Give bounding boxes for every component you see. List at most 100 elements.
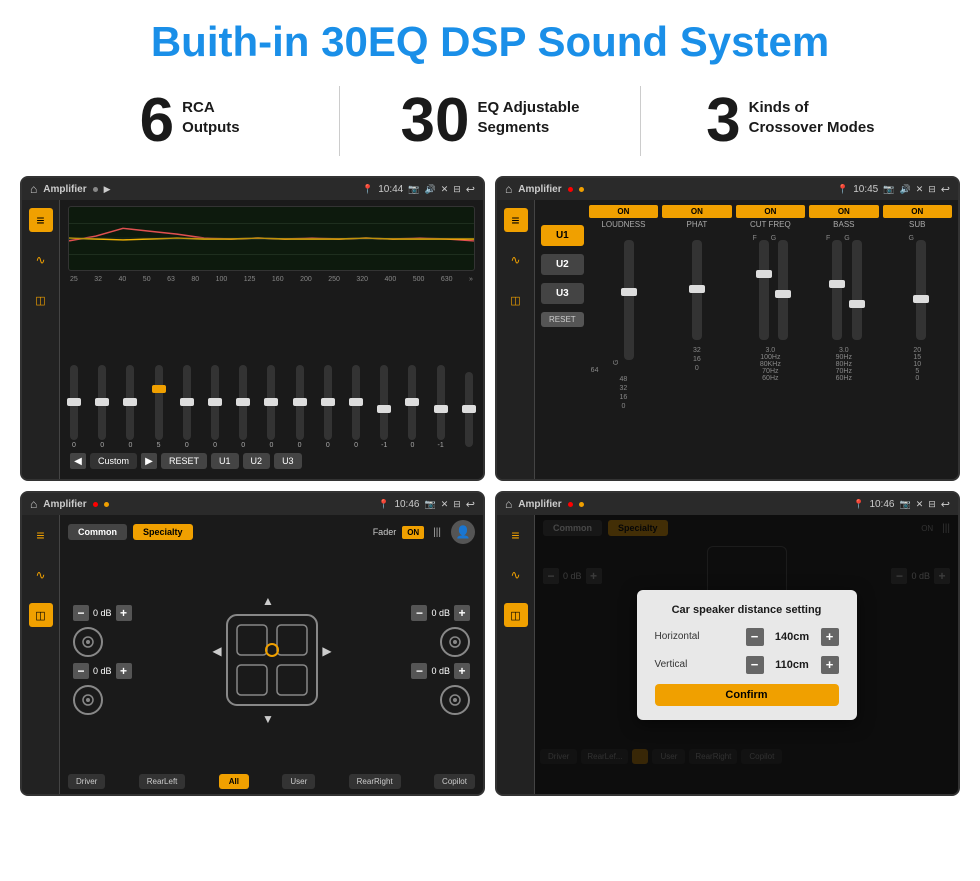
speaker-icon[interactable]: ◫: [29, 288, 53, 312]
bass-slider-g[interactable]: [852, 240, 862, 340]
slider-250[interactable]: 0: [352, 365, 360, 449]
fader-content: Common Specialty Fader ON ||| 👤 − 0 dB +: [60, 515, 483, 794]
wave-icon-3[interactable]: ∿: [29, 563, 53, 587]
speaker-icon-2[interactable]: ◫: [504, 288, 528, 312]
horizontal-plus[interactable]: +: [821, 628, 839, 646]
back-icon-4[interactable]: ↩: [941, 498, 950, 511]
back-icon-3[interactable]: ↩: [466, 498, 475, 511]
right-controls: − 0 dB + − 0 dB +: [411, 605, 470, 715]
wave-icon[interactable]: ∿: [29, 248, 53, 272]
rl-minus[interactable]: −: [73, 663, 89, 679]
slider-200[interactable]: 0: [324, 365, 332, 449]
fader-bottom-btns: Driver RearLeft All User RearRight Copil…: [68, 770, 475, 789]
u2-btn[interactable]: U2: [243, 453, 271, 469]
sub-slider[interactable]: [916, 240, 926, 340]
phat-slider[interactable]: [692, 240, 702, 340]
horizontal-minus[interactable]: −: [746, 628, 764, 646]
minus-icon-2: ⊟: [928, 184, 936, 195]
rl-db-control: − 0 dB +: [73, 663, 132, 679]
fr-minus[interactable]: −: [411, 605, 427, 621]
slider-63[interactable]: 0: [183, 365, 191, 449]
back-icon-2[interactable]: ↩: [941, 183, 950, 196]
u3-select[interactable]: U3: [541, 283, 584, 304]
u1-btn[interactable]: U1: [211, 453, 239, 469]
close-icon[interactable]: ✕: [441, 184, 449, 195]
sub-on[interactable]: ON: [883, 205, 952, 218]
next-btn[interactable]: ▶: [141, 453, 157, 469]
slider-32[interactable]: 0: [98, 365, 106, 449]
screen-distance: ⌂ Amplifier 📍 10:46 📷 ✕ ⊟ ↩ ≡ ∿ ◫: [495, 491, 960, 796]
loudness-on[interactable]: ON: [589, 205, 658, 218]
slider-40[interactable]: 0: [126, 365, 134, 449]
confirm-button[interactable]: Confirm: [655, 684, 839, 706]
fader-on-btn[interactable]: ON: [402, 526, 424, 539]
vertical-plus[interactable]: +: [821, 656, 839, 674]
slider-25[interactable]: 0: [70, 365, 78, 449]
wave-icon-2[interactable]: ∿: [504, 248, 528, 272]
sidebar-4: ≡ ∿ ◫: [497, 515, 535, 794]
fl-minus[interactable]: −: [73, 605, 89, 621]
rr-plus[interactable]: +: [454, 663, 470, 679]
copilot-btn[interactable]: Copilot: [434, 774, 475, 789]
u1-select[interactable]: U1: [541, 225, 584, 246]
home-icon-4[interactable]: ⌂: [505, 497, 512, 511]
eq-icon-4[interactable]: ≡: [504, 523, 528, 547]
crossover-reset[interactable]: RESET: [541, 312, 584, 327]
back-icon[interactable]: ↩: [466, 183, 475, 196]
slider-160[interactable]: 0: [296, 365, 304, 449]
speaker-icon-3[interactable]: ◫: [29, 603, 53, 627]
phat-on[interactable]: ON: [662, 205, 731, 218]
speaker-icon-4[interactable]: ◫: [504, 603, 528, 627]
common-tab[interactable]: Common: [68, 524, 127, 540]
rearleft-btn[interactable]: RearLeft: [139, 774, 186, 789]
home-icon-2[interactable]: ⌂: [505, 182, 512, 196]
minus-icon: ⊟: [453, 184, 461, 195]
slider-50[interactable]: 5: [155, 365, 163, 449]
rl-plus[interactable]: +: [116, 663, 132, 679]
home-icon-3[interactable]: ⌂: [30, 497, 37, 511]
bass-on[interactable]: ON: [809, 205, 878, 218]
status-bar-1: ⌂ Amplifier ▶ 📍 10:44 📷 🔊 ✕ ⊟ ↩: [22, 178, 483, 200]
vertical-minus[interactable]: −: [746, 656, 764, 674]
prev-btn[interactable]: ◀: [70, 453, 86, 469]
u3-btn[interactable]: U3: [274, 453, 302, 469]
eq-icon[interactable]: ≡: [29, 208, 53, 232]
close-icon-3[interactable]: ✕: [441, 499, 449, 510]
driver-btn[interactable]: Driver: [68, 774, 105, 789]
eq-icon-3[interactable]: ≡: [29, 523, 53, 547]
u2-select[interactable]: U2: [541, 254, 584, 275]
loudness-slider[interactable]: [624, 240, 634, 360]
all-btn[interactable]: All: [219, 774, 249, 789]
camera-icon-4: 📷: [899, 499, 910, 510]
slider-500[interactable]: -1: [437, 365, 445, 449]
wave-icon-4[interactable]: ∿: [504, 563, 528, 587]
cutfreq-slider-f[interactable]: [759, 240, 769, 340]
close-icon-4[interactable]: ✕: [916, 499, 924, 510]
home-icon[interactable]: ⌂: [30, 182, 37, 196]
specialty-tab[interactable]: Specialty: [133, 524, 193, 540]
rearright-btn[interactable]: RearRight: [349, 774, 401, 789]
car-diagram: ▲ ▼ ◀ ▶: [212, 595, 332, 725]
cutfreq-on[interactable]: ON: [736, 205, 805, 218]
slider-320[interactable]: -1: [380, 365, 388, 449]
reset-btn[interactable]: RESET: [161, 453, 207, 469]
slider-100[interactable]: 0: [239, 365, 247, 449]
screen2-time: 10:45: [853, 184, 878, 195]
slider-80[interactable]: 0: [211, 365, 219, 449]
slider-630[interactable]: [465, 372, 473, 449]
fr-plus[interactable]: +: [454, 605, 470, 621]
fl-plus[interactable]: +: [116, 605, 132, 621]
user-btn[interactable]: User: [282, 774, 315, 789]
preset-custom[interactable]: Custom: [90, 453, 137, 469]
rr-minus[interactable]: −: [411, 663, 427, 679]
eq-icon-2[interactable]: ≡: [504, 208, 528, 232]
close-icon-2[interactable]: ✕: [916, 184, 924, 195]
bass-slider-f[interactable]: [832, 240, 842, 340]
stat-label-rca: RCAOutputs: [182, 90, 240, 137]
slider-400[interactable]: 0: [408, 365, 416, 449]
cutfreq-slider-g[interactable]: [778, 240, 788, 340]
slider-125[interactable]: 0: [267, 365, 275, 449]
screen-crossover: ⌂ Amplifier 📍 10:45 📷 🔊 ✕ ⊟ ↩ ≡ ∿ ◫: [495, 176, 960, 481]
fader-avatar-btn[interactable]: 👤: [451, 520, 475, 544]
sidebar-1: ≡ ∿ ◫: [22, 200, 60, 479]
